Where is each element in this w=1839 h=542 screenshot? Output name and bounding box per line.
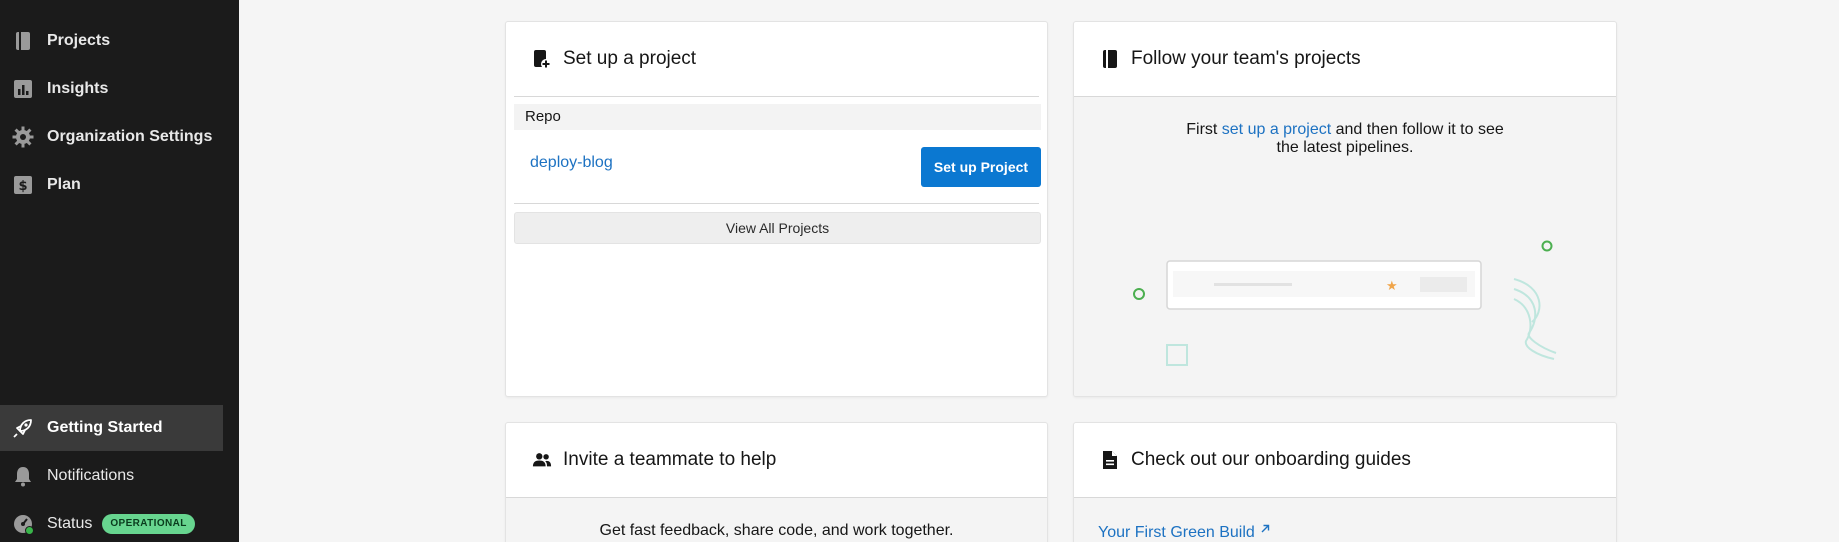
pipeline-illustration: ★ xyxy=(1133,240,1557,366)
book-add-icon xyxy=(532,49,552,69)
card-title: Invite a teammate to help xyxy=(563,449,777,470)
sidebar-item-label: Insights xyxy=(47,80,109,97)
dashboard-icon[interactable] xyxy=(12,0,32,4)
follow-projects-card: Follow your team's projects First set up… xyxy=(1073,21,1617,397)
bell-icon xyxy=(12,465,34,487)
illustration-line xyxy=(1214,283,1292,286)
sidebar-item-status[interactable]: Status OPERATIONAL xyxy=(0,501,223,542)
book-icon xyxy=(1100,49,1120,69)
repo-column-header: Repo xyxy=(514,104,1041,130)
onboarding-guides-card: Check out our onboarding guides Your Fir… xyxy=(1073,422,1617,542)
sidebar-item-label: Notifications xyxy=(47,467,135,484)
rocket-icon xyxy=(12,417,34,439)
card-header: Set up a project xyxy=(506,22,1047,96)
sidebar-item-label: Status xyxy=(47,515,93,532)
dollar-icon: $ xyxy=(12,174,34,196)
setup-project-card: Set up a project Repo deploy-blog Set up… xyxy=(505,21,1048,397)
card-title: Check out our onboarding guides xyxy=(1131,449,1411,470)
invite-teammate-card: Invite a teammate to help Get fast feedb… xyxy=(505,422,1048,542)
sidebar-item-organization-settings[interactable]: Organization Settings xyxy=(0,114,223,160)
card-body: First set up a project and then follow i… xyxy=(1074,96,1616,396)
illustration-wave xyxy=(1513,288,1557,354)
card-header: Follow your team's projects xyxy=(1074,22,1616,96)
sidebar-item-label: Projects xyxy=(47,32,111,49)
divider xyxy=(514,203,1039,204)
status-badge: OPERATIONAL xyxy=(102,514,195,534)
sidebar: Projects Insights Organization Settings … xyxy=(0,0,239,542)
card-body: Your First Green Build xyxy=(1074,497,1616,542)
view-all-projects-button[interactable]: View All Projects xyxy=(514,212,1041,244)
sidebar-item-insights[interactable]: Insights xyxy=(0,66,223,112)
card-title: Follow your team's projects xyxy=(1131,48,1361,69)
illustration-pill xyxy=(1420,277,1467,292)
bar-chart-icon xyxy=(12,78,34,100)
sidebar-item-getting-started[interactable]: Getting Started xyxy=(0,405,223,451)
sidebar-item-label: Plan xyxy=(47,176,81,193)
card-header: Invite a teammate to help xyxy=(506,423,1047,497)
sidebar-item-plan[interactable]: $ Plan xyxy=(0,162,223,208)
sidebar-item-projects[interactable]: Projects xyxy=(0,18,223,64)
gear-icon xyxy=(12,126,34,148)
divider xyxy=(514,96,1039,97)
illustration-circle xyxy=(1541,240,1553,252)
card-header: Check out our onboarding guides xyxy=(1074,423,1616,497)
card-title: Set up a project xyxy=(563,48,697,69)
document-icon xyxy=(1100,450,1120,470)
invite-description: Get fast feedback, share code, and work … xyxy=(599,522,954,539)
external-link-icon xyxy=(1260,521,1270,539)
status-indicator-dot xyxy=(25,526,34,535)
people-icon xyxy=(532,450,552,470)
svg-text:$: $ xyxy=(18,179,27,194)
sidebar-item-label: Getting Started xyxy=(47,419,163,436)
illustration-square xyxy=(1166,344,1188,366)
book-icon xyxy=(12,30,34,52)
card-body: Get fast feedback, share code, and work … xyxy=(506,497,1047,542)
sidebar-item-notifications[interactable]: Notifications xyxy=(0,453,223,499)
illustration-circle xyxy=(1133,288,1145,300)
repo-link[interactable]: deploy-blog xyxy=(530,154,613,172)
star-icon: ★ xyxy=(1386,279,1398,294)
sidebar-item-label: Organization Settings xyxy=(47,128,213,145)
set-up-project-button[interactable]: Set up Project xyxy=(921,147,1041,187)
guide-link-label: Your First Green Build xyxy=(1098,524,1255,541)
first-green-build-link[interactable]: Your First Green Build xyxy=(1098,524,1270,542)
